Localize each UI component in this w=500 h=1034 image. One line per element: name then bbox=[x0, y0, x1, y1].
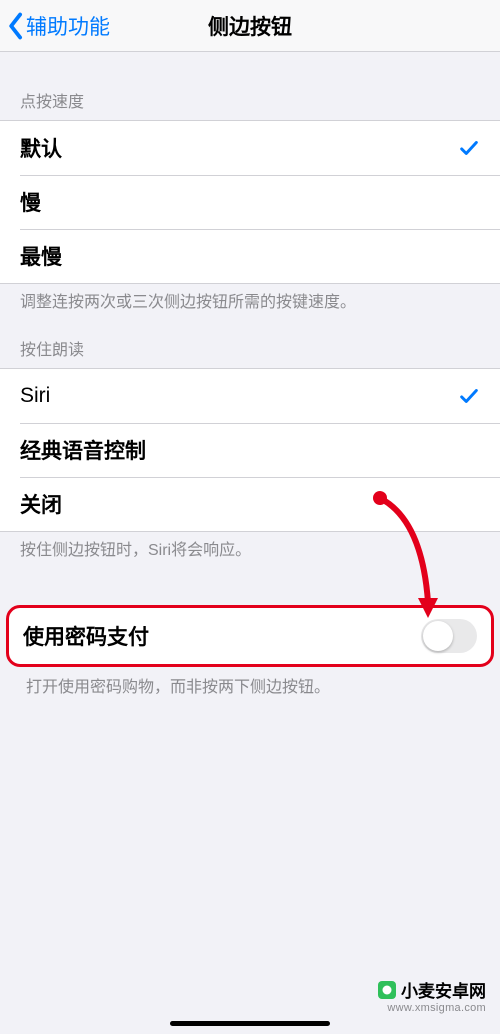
click-speed-group: 默认 慢 最慢 bbox=[0, 120, 500, 284]
option-label: Siri bbox=[20, 384, 50, 408]
hold-speak-group: Siri 经典语音控制 关闭 bbox=[0, 368, 500, 532]
option-label: 慢 bbox=[20, 187, 41, 217]
option-label: 最慢 bbox=[20, 241, 62, 271]
click-speed-header: 点按速度 bbox=[0, 52, 500, 120]
click-speed-slowest[interactable]: 最慢 bbox=[0, 229, 500, 283]
navigation-bar: 辅助功能 侧边按钮 bbox=[0, 0, 500, 52]
watermark-logo-icon bbox=[377, 980, 397, 1000]
click-speed-footer: 调整连按两次或三次侧边按钮所需的按键速度。 bbox=[0, 284, 500, 314]
hold-speak-footer: 按住侧边按钮时，Siri将会响应。 bbox=[0, 532, 500, 562]
option-label: 默认 bbox=[20, 133, 62, 163]
password-pay-toggle[interactable] bbox=[421, 619, 477, 653]
hold-speak-header: 按住朗读 bbox=[0, 314, 500, 368]
option-label: 关闭 bbox=[20, 489, 62, 519]
toggle-knob bbox=[423, 621, 453, 651]
click-speed-slow[interactable]: 慢 bbox=[0, 175, 500, 229]
back-button[interactable]: 辅助功能 bbox=[0, 11, 110, 41]
hold-speak-classic[interactable]: 经典语音控制 bbox=[0, 423, 500, 477]
password-pay-label: 使用密码支付 bbox=[23, 621, 149, 651]
watermark-brand: 小麦安卓网 bbox=[401, 977, 486, 1002]
checkmark-icon bbox=[458, 137, 480, 159]
chevron-left-icon bbox=[6, 12, 24, 40]
password-pay-highlight: 使用密码支付 bbox=[6, 605, 494, 667]
password-pay-footer: 打开使用密码购物，而非按两下侧边按钮。 bbox=[0, 667, 500, 699]
watermark-url: www.xmsigma.com bbox=[377, 1002, 486, 1014]
hold-speak-siri[interactable]: Siri bbox=[0, 369, 500, 423]
checkmark-icon bbox=[458, 385, 480, 407]
option-label: 经典语音控制 bbox=[20, 435, 146, 465]
back-label: 辅助功能 bbox=[26, 11, 110, 41]
hold-speak-off[interactable]: 关闭 bbox=[0, 477, 500, 531]
home-indicator bbox=[170, 1021, 330, 1026]
password-pay-row[interactable]: 使用密码支付 bbox=[9, 608, 491, 664]
page-title: 侧边按钮 bbox=[208, 11, 292, 41]
watermark: 小麦安卓网 www.xmsigma.com bbox=[377, 977, 486, 1014]
click-speed-default[interactable]: 默认 bbox=[0, 121, 500, 175]
